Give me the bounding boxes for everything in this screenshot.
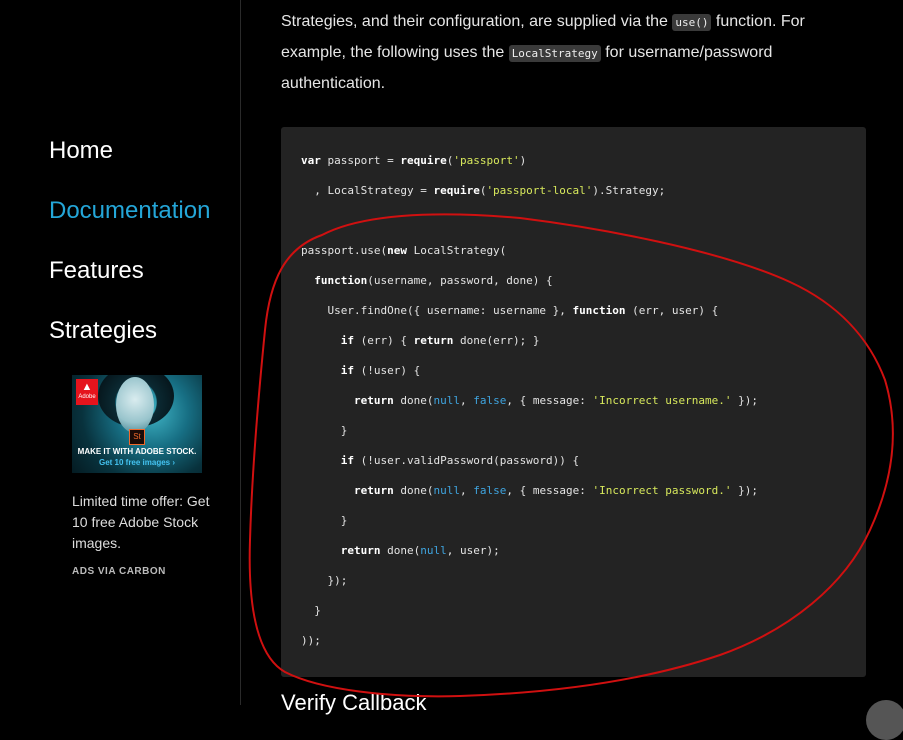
code-line: passport.use(new LocalStrategy( — [301, 244, 507, 257]
nav-features-link[interactable]: Features — [49, 254, 210, 288]
code-line: return done(null, user); — [340, 544, 500, 557]
code-line: if (err) { return done(err); } — [340, 334, 540, 347]
scroll-to-top-button[interactable] — [866, 700, 903, 740]
ad-text[interactable]: Limited time offer: Get 10 free Adobe St… — [72, 491, 214, 554]
inline-code-use: use() — [672, 14, 712, 31]
code-line: )); — [301, 634, 321, 647]
ad-headline: MAKE IT WITH ADOBE STOCK. — [77, 447, 197, 456]
code-line: var passport = require('passport') — [301, 154, 527, 167]
intro-text: Strategies, and their configuration, are… — [281, 13, 673, 30]
code-line: } — [301, 604, 321, 617]
section-heading: Verify Callback — [281, 690, 427, 715]
ad-image[interactable]: ▲ Adobe St MAKE IT WITH ADOBE STOCK. Get… — [72, 375, 202, 473]
code-line: if (!user) { — [340, 364, 421, 377]
code-listing: var passport = require('passport') , Loc… — [301, 146, 758, 656]
ad-via-label[interactable]: ADS VIA CARBON — [72, 566, 212, 577]
sidebar: Home Documentation Features Strategies ▲… — [0, 0, 241, 705]
carbon-ad: ▲ Adobe St MAKE IT WITH ADOBE STOCK. Get… — [72, 375, 212, 577]
code-block: var passport = require('passport') , Loc… — [281, 127, 866, 677]
code-line: function(username, password, done) { — [314, 274, 553, 287]
code-line: if (!user.validPassword(password)) { — [340, 454, 580, 467]
adobe-logo-icon: ▲ Adobe — [76, 379, 98, 405]
sidebar-nav: Home Documentation Features Strategies — [49, 134, 210, 374]
ad-brand: Adobe — [78, 394, 96, 400]
nav-documentation-link[interactable]: Documentation — [49, 194, 210, 228]
code-line: , LocalStrategy = require('passport-loca… — [301, 184, 666, 197]
ad-cta[interactable]: Get 10 free images › — [72, 458, 202, 467]
code-line: } — [301, 424, 348, 437]
code-line: }); — [301, 574, 348, 587]
inline-code-localstrategy: LocalStrategy — [508, 45, 601, 62]
nav-strategies-link[interactable]: Strategies — [49, 314, 210, 348]
ad-face-shape — [116, 377, 154, 433]
adobe-stock-icon: St — [129, 429, 145, 445]
intro-paragraph: Strategies, and their configuration, are… — [281, 7, 866, 99]
code-line: return done(null, false, { message: 'Inc… — [353, 484, 759, 497]
code-line: return done(null, false, { message: 'Inc… — [353, 394, 759, 407]
code-line: User.findOne({ username: username }, fun… — [301, 304, 719, 317]
code-line: } — [301, 514, 348, 527]
nav-home-link[interactable]: Home — [49, 134, 210, 168]
